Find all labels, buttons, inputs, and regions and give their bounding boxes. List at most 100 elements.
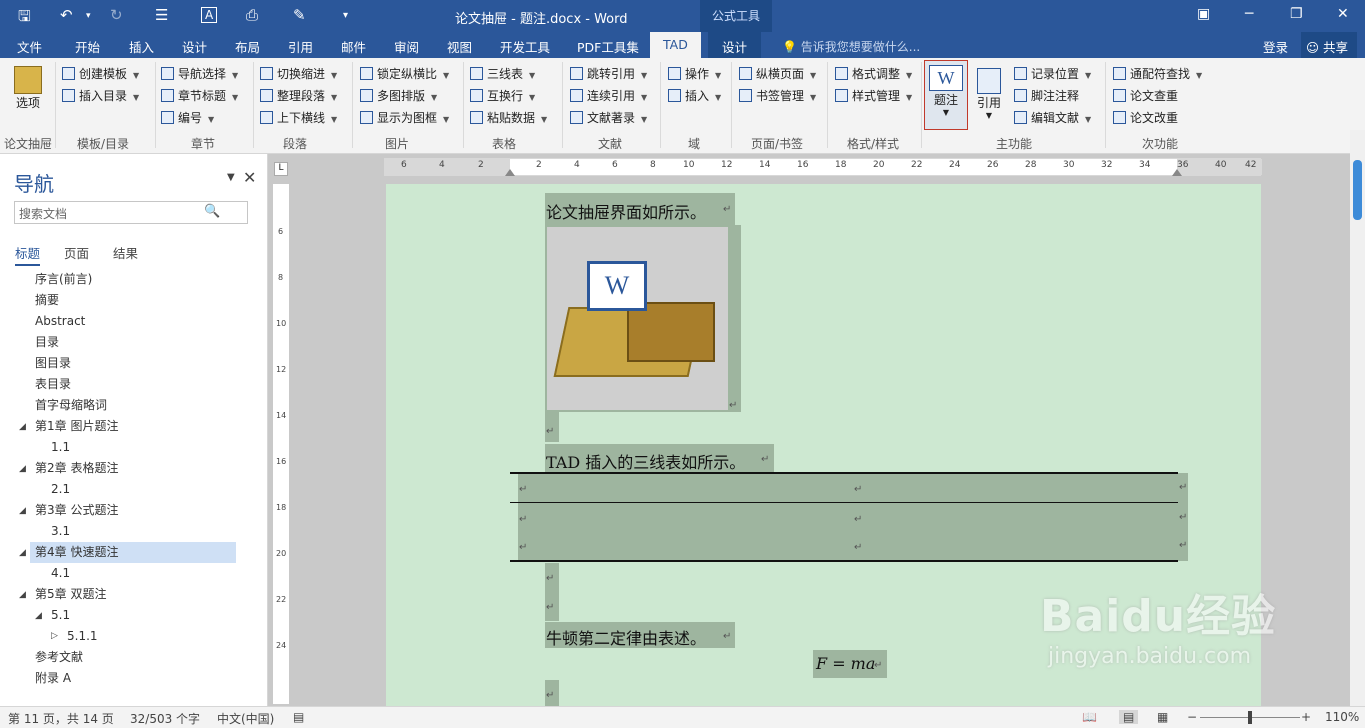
formula-text[interactable]: F = ma [816,654,875,673]
customize-qat-icon[interactable]: ▾ [343,10,348,21]
nav-select-button[interactable]: 导航选择 ▼ [161,64,238,84]
nav-item[interactable]: 第1章 图片题注 [35,416,118,437]
tab-layout[interactable]: 布局 [235,37,260,56]
zoom-out-icon[interactable]: − [1187,710,1197,724]
word-count[interactable]: 32/503 个字 [130,710,200,727]
tab-pdf-tools[interactable]: PDF工具集 [577,37,639,56]
create-template-button[interactable]: 创建模板 ▼ [62,64,139,84]
collapse-triangle-icon[interactable]: ◢ [19,464,26,474]
restore-icon[interactable]: ❐ [1290,6,1303,22]
language[interactable]: 中文(中国) [217,710,274,727]
nav-item[interactable]: Abstract [35,311,85,332]
three-line-table-button[interactable]: 三线表 ▼ [470,64,535,84]
nav-item[interactable]: 首字母缩略词 [35,395,107,416]
macro-record-icon[interactable]: ▤ [293,710,304,724]
drawer-image[interactable]: W [547,227,728,410]
nav-item[interactable]: 第2章 表格题注 [35,458,118,479]
caption-button[interactable]: W 题注 ▼ [924,60,968,130]
nav-tab-results[interactable]: 结果 [113,243,138,262]
footnote-button[interactable]: 脚注注释 [1014,86,1079,106]
field-operate-button[interactable]: 操作 ▼ [668,64,721,84]
nav-item[interactable]: 2.1 [51,479,70,500]
close-window-icon[interactable]: ✕ [1337,6,1349,22]
right-indent-marker[interactable] [1172,169,1182,176]
zoom-slider-thumb[interactable] [1248,711,1252,724]
style-manage-button[interactable]: 样式管理 ▼ [835,86,912,106]
tab-insert[interactable]: 插入 [129,37,154,56]
format-painter-icon[interactable]: ✎ [293,6,306,24]
nav-item[interactable]: 1.1 [51,437,70,458]
tab-review[interactable]: 审阅 [394,37,419,56]
cite-button[interactable]: 引用 ▼ [972,68,1006,120]
collapse-triangle-icon[interactable]: ◢ [19,422,26,432]
nav-item[interactable]: 3.1 [51,521,70,542]
nav-item[interactable]: 序言(前言) [35,269,92,290]
tab-tad[interactable]: TAD [650,32,701,58]
nav-item-selected[interactable]: 第4章 快速题注 [35,542,118,563]
nav-item[interactable]: 参考文献 [35,647,83,668]
tab-references[interactable]: 引用 [288,37,313,56]
ribbon-display-icon[interactable]: ▣ [1197,6,1210,22]
collapse-triangle-icon[interactable]: ◢ [35,611,42,621]
landscape-button[interactable]: 纵横页面 ▼ [739,64,816,84]
chevron-down-icon[interactable]: ▼ [227,172,235,183]
multi-image-button[interactable]: 多图排版 ▼ [360,86,437,106]
paste-data-button[interactable]: 粘贴数据 ▼ [470,108,547,128]
nav-item[interactable]: 5.1.1 [67,626,98,647]
zoom-in-icon[interactable]: + [1301,710,1311,724]
print-icon[interactable]: ⎙ [246,6,258,24]
tell-me-box[interactable]: 💡 告诉我您想要做什么... [782,38,920,55]
left-indent-marker[interactable] [505,169,515,176]
table-cell-mark[interactable]: ↵ [519,484,527,495]
tab-equation-design[interactable]: 设计 [708,32,762,58]
undo-icon[interactable]: ↶ [60,6,73,24]
chapter-title-button[interactable]: 章节标题 ▼ [161,86,238,106]
check-button[interactable]: 论文查重 [1113,86,1178,106]
page-count[interactable]: 第 11 页，共 14 页 [8,710,114,727]
jump-ref-button[interactable]: 跳转引用 ▼ [570,64,647,84]
tab-developer[interactable]: 开发工具 [500,37,550,56]
wildcard-find-button[interactable]: 通配符查找 ▼ [1113,64,1202,84]
paragraph-text[interactable]: TAD 插入的三线表如所示。 [546,449,745,473]
layout-icon[interactable]: ☰ [155,6,168,24]
share-button[interactable]: ☺ 共享 [1301,32,1357,58]
bib-button[interactable]: 文献著录 ▼ [570,108,647,128]
nav-tab-headings[interactable]: 标题 [15,243,41,266]
bookmark-button[interactable]: 书签管理 ▼ [739,86,816,106]
minimize-icon[interactable]: ─ [1245,6,1253,22]
tab-design[interactable]: 设计 [182,37,207,56]
format-adjust-button[interactable]: 格式调整 ▼ [835,64,912,84]
tab-mailings[interactable]: 邮件 [341,37,366,56]
hline-button[interactable]: 上下横线 ▼ [260,108,337,128]
close-icon[interactable]: ✕ [243,168,256,187]
paragraph-text[interactable]: 牛顿第二定律由表述。 [546,625,706,649]
table-cell-mark[interactable]: ↵ [854,542,862,553]
scrollbar-thumb[interactable] [1353,160,1362,220]
table-cell-mark[interactable]: ↵ [519,514,527,525]
arrange-para-button[interactable]: 整理段落 ▼ [260,86,337,106]
read-mode-icon[interactable]: 📖 [1082,710,1097,724]
tab-home[interactable]: 开始 [75,37,100,56]
table-cell-mark[interactable]: ↵ [854,484,862,495]
nav-item[interactable]: 摘要 [35,290,59,311]
text-box-icon[interactable]: A [201,7,218,23]
search-icon[interactable]: 🔍 [204,204,220,219]
switch-indent-button[interactable]: 切换缩进 ▼ [260,64,337,84]
paragraph-text[interactable]: 论文抽屉界面如所示。 [546,199,706,223]
revise-button[interactable]: 论文改重 [1113,108,1178,128]
options-button[interactable]: 选项 [8,66,48,111]
zoom-level[interactable]: 110% [1325,710,1359,724]
edit-ref-button[interactable]: 编辑文献 ▼ [1014,108,1091,128]
nav-item[interactable]: 目录 [35,332,59,353]
save-icon[interactable]: 🖫 [18,6,31,31]
tab-view[interactable]: 视图 [447,37,472,56]
undo-dropdown-icon[interactable]: ▾ [86,11,91,21]
vertical-scrollbar[interactable] [1350,130,1365,706]
nav-item[interactable]: 第3章 公式题注 [35,500,118,521]
nav-tab-pages[interactable]: 页面 [64,243,89,262]
cont-ref-button[interactable]: 连续引用 ▼ [570,86,647,106]
collapse-triangle-icon[interactable]: ◢ [19,506,26,516]
field-insert-button[interactable]: 插入 ▼ [668,86,721,106]
print-layout-icon[interactable]: ▤ [1119,710,1139,724]
tab-file[interactable]: 文件 [17,37,42,56]
